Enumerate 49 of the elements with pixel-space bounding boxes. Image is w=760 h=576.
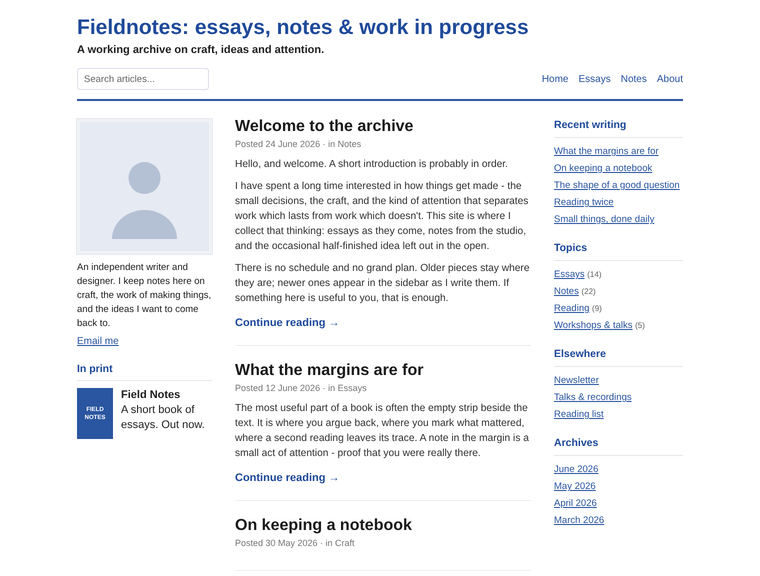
sidebar-link[interactable]: June 2026 [554, 464, 598, 475]
sidebar-link[interactable]: Workshops & talks [554, 320, 632, 331]
post-count: (14) [587, 270, 602, 279]
post-count: (9) [592, 304, 602, 313]
post-count: (5) [635, 321, 645, 330]
sidebar-heading: Archives [554, 437, 683, 456]
sidebar-link[interactable]: Reading [554, 303, 590, 314]
search-field[interactable]: Search articles... [77, 68, 209, 90]
book-description: A short book of essays. Out now. [121, 403, 206, 433]
sidebar-link[interactable]: Newsletter [554, 375, 599, 386]
nav-link[interactable]: Notes [620, 74, 647, 84]
post-title[interactable]: On keeping a notebook [235, 516, 531, 536]
post-title[interactable]: Welcome to the archive [235, 117, 531, 137]
sidebar-link[interactable]: On keeping a notebook [554, 163, 652, 174]
sidebar-link[interactable]: Small things, done daily [554, 214, 654, 225]
sidebar-heading: Topics [554, 242, 683, 261]
sidebar-link[interactable]: Essays [554, 269, 585, 280]
nav-link[interactable]: Essays [578, 74, 611, 84]
sidebar-link[interactable]: The shape of a good question [554, 180, 680, 191]
post-meta: Posted 12 June 2026 · in Essays [235, 383, 368, 393]
continue-reading-link[interactable]: Continue reading → [235, 317, 340, 329]
sidebar-link[interactable]: May 2026 [554, 481, 596, 492]
site-tagline: A working archive on craft, ideas and attention. [77, 44, 326, 56]
sidebar-link[interactable]: March 2026 [554, 515, 604, 526]
sidebar-link[interactable]: Notes [554, 286, 579, 297]
nav-link[interactable]: About [656, 74, 683, 84]
sidebar-heading: Elsewhere [554, 348, 683, 367]
post-paragraph: I have spent a long time interested in how things get made - the small decisions, the craft, and the kind of attention that separates work which lasts from work which doesn't. This site is where I collect that thinking: essays as they come, notes from the studio, and the occasional half-finished idea left out in the open. [235, 180, 530, 254]
sidebar-link[interactable]: Reading list [554, 409, 604, 420]
post-count: (22) [581, 287, 596, 296]
sidebar-link[interactable]: Reading twice [554, 197, 614, 208]
avatar-placeholder-icon [77, 119, 212, 254]
post-meta: Posted 30 May 2026 · in Craft [235, 538, 356, 548]
author-bio: An independent writer and designer. I keep notes here on craft, the work of making things, and the ideas I want to come back to. [77, 261, 212, 331]
site-title: Fieldnotes: essays, notes & work in progress [77, 15, 530, 41]
post-paragraph: The most useful part of a book is often the empty strip beside the text. It is where you argue back, where you mark what mattered, where a second reading leaves its trace. A note in the margin is a small act of attention - proof that you were really there. [235, 402, 530, 461]
sidebar-link[interactable]: April 2026 [554, 498, 597, 509]
sidebar-heading: Recent writing [554, 119, 683, 138]
post-title[interactable]: What the margins are for [235, 361, 531, 381]
post-paragraph: Hello, and welcome. A short introduction is probably in order. [235, 158, 509, 172]
post-paragraph: There is no schedule and no grand plan. Older pieces stay where they are; newer ones appear in the sidebar as I write them. If something here is useful to you, that is enough. [235, 262, 530, 306]
nav-link[interactable]: Home [542, 74, 568, 84]
book-title: Field Notes [121, 388, 182, 403]
email-link[interactable]: Email me [77, 336, 119, 347]
sidebar-link[interactable]: What the margins are for [554, 146, 659, 157]
continue-reading-link[interactable]: Continue reading → [235, 472, 340, 484]
post-meta: Posted 24 June 2026 · in Notes [235, 139, 362, 149]
section-heading: In print [77, 363, 212, 381]
sidebar-link[interactable]: Talks & recordings [554, 392, 632, 403]
